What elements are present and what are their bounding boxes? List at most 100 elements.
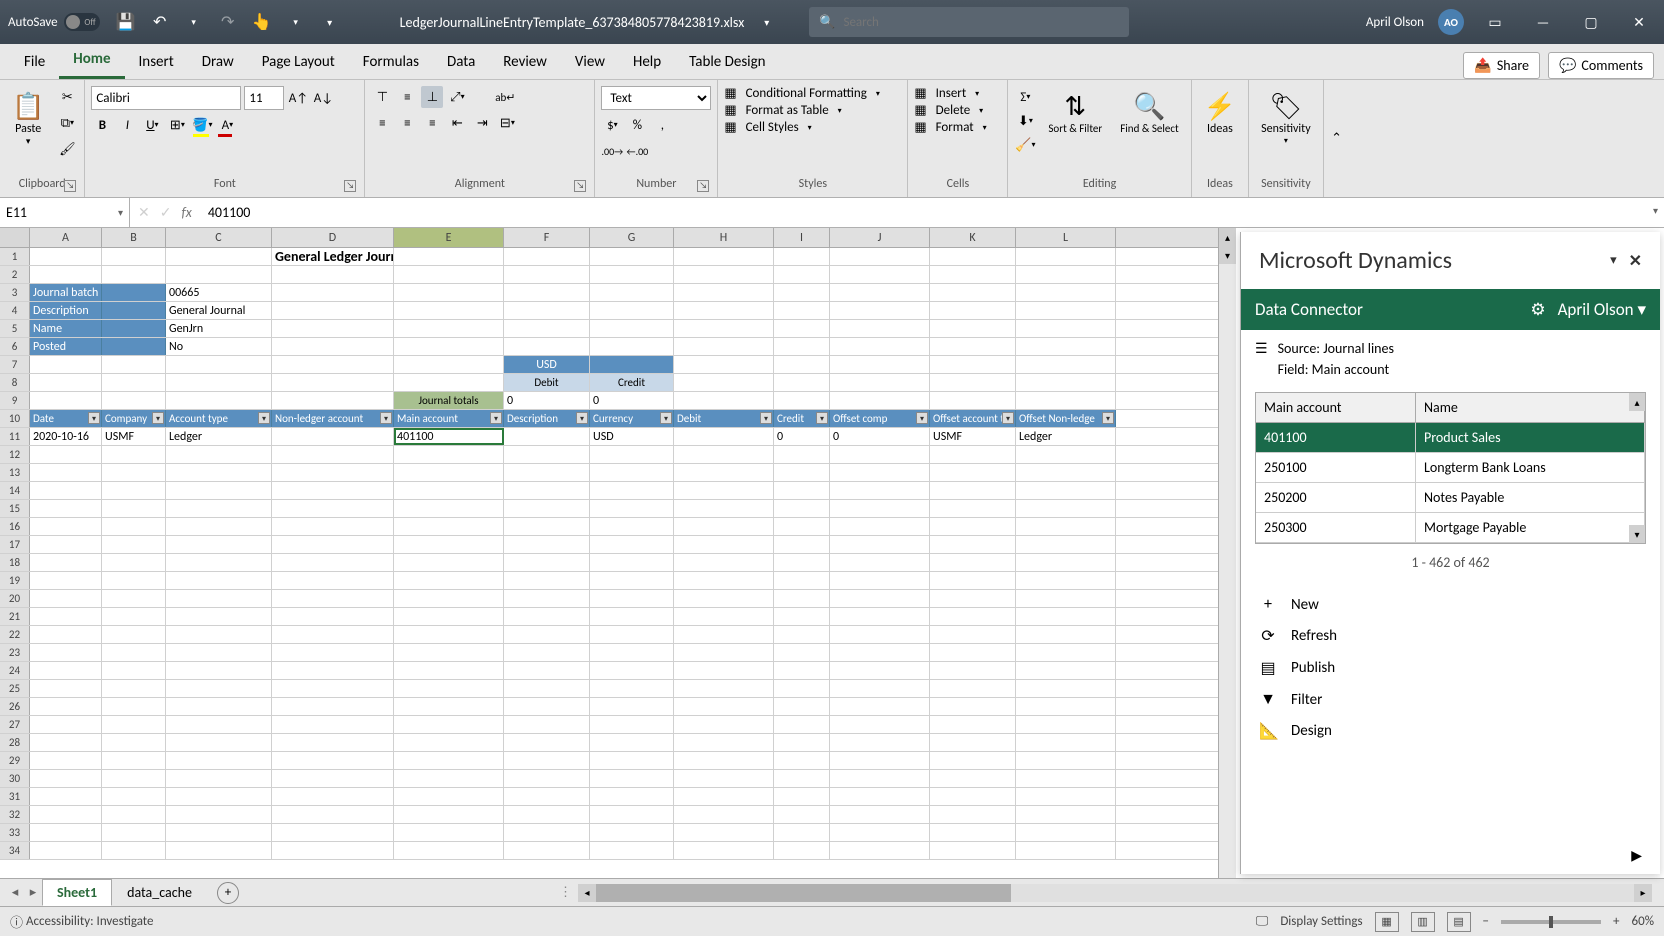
autosave-toggle[interactable]: Off <box>64 13 100 31</box>
row-header[interactable]: 14 <box>0 482 30 499</box>
cell[interactable] <box>102 770 166 787</box>
cell[interactable] <box>394 518 504 535</box>
search-box[interactable]: 🔍 <box>809 7 1129 37</box>
cell[interactable] <box>830 554 930 571</box>
cell[interactable] <box>102 482 166 499</box>
cell[interactable] <box>394 284 504 301</box>
cell[interactable] <box>1016 734 1116 751</box>
action-publish[interactable]: ▤Publish <box>1255 652 1646 684</box>
number-dialog-icon[interactable]: ↘ <box>697 180 709 192</box>
table-header[interactable]: Offset Non-ledge▾ <box>1016 410 1116 427</box>
enter-formula-icon[interactable]: ✓ <box>160 204 172 221</box>
cell[interactable] <box>674 356 774 373</box>
cell[interactable] <box>774 392 830 409</box>
cell[interactable] <box>674 302 774 319</box>
cell[interactable] <box>30 554 102 571</box>
table-header[interactable]: Date▾ <box>30 410 102 427</box>
cell[interactable] <box>930 320 1016 337</box>
row-header[interactable]: 28 <box>0 734 30 751</box>
col-header[interactable]: H <box>674 228 774 247</box>
horizontal-scrollbar[interactable]: ◂ ▸ <box>578 884 1652 902</box>
cell[interactable] <box>590 446 674 463</box>
cell[interactable] <box>590 590 674 607</box>
cell[interactable] <box>590 464 674 481</box>
cell[interactable] <box>394 842 504 859</box>
cell[interactable] <box>674 788 774 805</box>
cell[interactable] <box>830 374 930 391</box>
cell[interactable] <box>30 752 102 769</box>
cell[interactable] <box>166 626 272 643</box>
cell[interactable] <box>272 518 394 535</box>
cell[interactable] <box>1016 608 1116 625</box>
cell[interactable] <box>674 536 774 553</box>
align-top-icon[interactable]: ⊤ <box>371 86 393 108</box>
cell[interactable] <box>272 266 394 283</box>
user-avatar[interactable]: AO <box>1438 9 1464 35</box>
cell[interactable] <box>166 752 272 769</box>
usd-header[interactable]: USD <box>504 356 590 373</box>
cell[interactable] <box>272 320 394 337</box>
col-header[interactable]: B <box>102 228 166 247</box>
cell[interactable] <box>590 302 674 319</box>
lookup-row[interactable]: 250200Notes Payable <box>1256 483 1645 513</box>
cell[interactable] <box>102 572 166 589</box>
cell[interactable] <box>272 482 394 499</box>
tab-home[interactable]: Home <box>59 42 124 79</box>
decrease-decimal-icon[interactable]: ←.00 <box>626 140 648 162</box>
cell[interactable] <box>1016 770 1116 787</box>
table-header[interactable]: Company▾ <box>102 410 166 427</box>
filter-dropdown-icon[interactable]: ▾ <box>380 412 392 424</box>
cell[interactable] <box>394 626 504 643</box>
cell[interactable] <box>830 752 930 769</box>
cell[interactable] <box>394 446 504 463</box>
cell[interactable] <box>30 644 102 661</box>
cell[interactable] <box>504 302 590 319</box>
share-button[interactable]: 📤Share <box>1463 52 1540 79</box>
cell[interactable] <box>774 536 830 553</box>
save-icon[interactable]: 💾 <box>116 12 136 32</box>
cell[interactable] <box>30 464 102 481</box>
cell[interactable] <box>394 248 504 265</box>
cancel-formula-icon[interactable]: ✕ <box>138 204 150 221</box>
row-header[interactable]: 18 <box>0 554 30 571</box>
cell[interactable] <box>166 518 272 535</box>
cell[interactable] <box>102 842 166 859</box>
cell-debit[interactable] <box>674 428 774 445</box>
cell[interactable] <box>166 374 272 391</box>
cell[interactable] <box>1016 374 1116 391</box>
row-header[interactable]: 16 <box>0 518 30 535</box>
cell[interactable] <box>774 356 830 373</box>
cell[interactable] <box>930 338 1016 355</box>
cell[interactable] <box>830 464 930 481</box>
cell[interactable] <box>102 338 166 355</box>
cell[interactable] <box>590 734 674 751</box>
cell[interactable] <box>674 590 774 607</box>
cell[interactable] <box>272 374 394 391</box>
cell[interactable] <box>272 500 394 517</box>
row-header[interactable]: 24 <box>0 662 30 679</box>
cell[interactable] <box>930 536 1016 553</box>
cell[interactable] <box>830 356 930 373</box>
align-middle-icon[interactable]: ≡ <box>396 86 418 108</box>
qat-customize-icon[interactable]: ▾ <box>320 12 340 32</box>
cell[interactable] <box>1016 500 1116 517</box>
cell[interactable] <box>394 554 504 571</box>
row-header[interactable]: 7 <box>0 356 30 373</box>
cell[interactable] <box>830 572 930 589</box>
cell[interactable] <box>930 554 1016 571</box>
cell[interactable] <box>30 536 102 553</box>
table-header[interactable]: Debit▾ <box>674 410 774 427</box>
cell[interactable] <box>166 608 272 625</box>
cell[interactable] <box>830 788 930 805</box>
cell-currency[interactable]: USD <box>590 428 674 445</box>
cell[interactable] <box>394 464 504 481</box>
autosum-icon[interactable]: Σ▾ <box>1014 86 1036 108</box>
cell[interactable] <box>394 662 504 679</box>
bold-button[interactable]: B <box>91 114 113 136</box>
search-input[interactable] <box>843 15 1119 30</box>
row-header[interactable]: 32 <box>0 806 30 823</box>
cell[interactable] <box>830 734 930 751</box>
cell[interactable] <box>830 266 930 283</box>
cell[interactable] <box>930 770 1016 787</box>
pane-close-button[interactable]: ✕ <box>1629 251 1642 271</box>
